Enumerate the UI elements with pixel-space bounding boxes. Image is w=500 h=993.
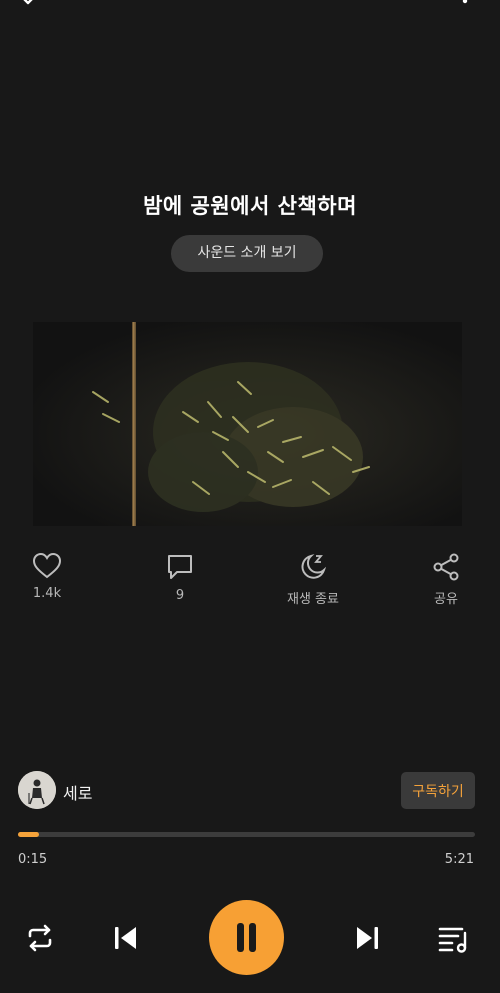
sleep-timer-button[interactable]: 재생 종료 <box>263 548 363 612</box>
track-artwork <box>33 322 462 526</box>
subscribe-button[interactable]: 구독하기 <box>401 772 475 809</box>
skip-previous-icon[interactable] <box>108 920 144 956</box>
repeat-icon[interactable] <box>22 920 58 956</box>
sleep-timer-label: 재생 종료 <box>287 592 339 607</box>
avatar[interactable] <box>18 771 56 809</box>
creator-info[interactable]: 세로 <box>18 771 218 811</box>
moon-z-icon <box>301 554 327 579</box>
share-button[interactable]: 공유 <box>396 548 496 612</box>
skip-next-icon[interactable] <box>349 920 385 956</box>
more-vertical-icon[interactable] <box>458 0 472 14</box>
like-button[interactable]: 1.4k <box>0 548 97 612</box>
progress-fill <box>18 832 40 837</box>
track-title: 밤에 공원에서 산책하며 <box>143 194 357 218</box>
sound-intro-button[interactable]: 사운드 소개 보기 <box>171 235 323 272</box>
progress-bar[interactable] <box>18 832 475 837</box>
comment-icon <box>168 555 192 579</box>
current-time: 0:15 <box>18 852 48 867</box>
total-time: 5:21 <box>444 852 474 867</box>
creator-name: 세로 <box>63 784 93 803</box>
pause-button[interactable] <box>209 900 284 975</box>
share-label: 공유 <box>434 592 458 607</box>
playlist-icon[interactable] <box>436 920 472 956</box>
top-bar <box>0 0 500 14</box>
like-count: 1.4k <box>32 586 62 601</box>
comment-button[interactable]: 9 <box>130 548 230 612</box>
playback-controls <box>0 898 500 978</box>
action-bar: 1.4k 9 재생 종료 공유 <box>0 548 500 618</box>
share-icon <box>433 553 459 581</box>
chevron-down-icon[interactable] <box>19 0 37 8</box>
heart-icon <box>32 552 62 579</box>
comment-count: 9 <box>175 588 185 603</box>
